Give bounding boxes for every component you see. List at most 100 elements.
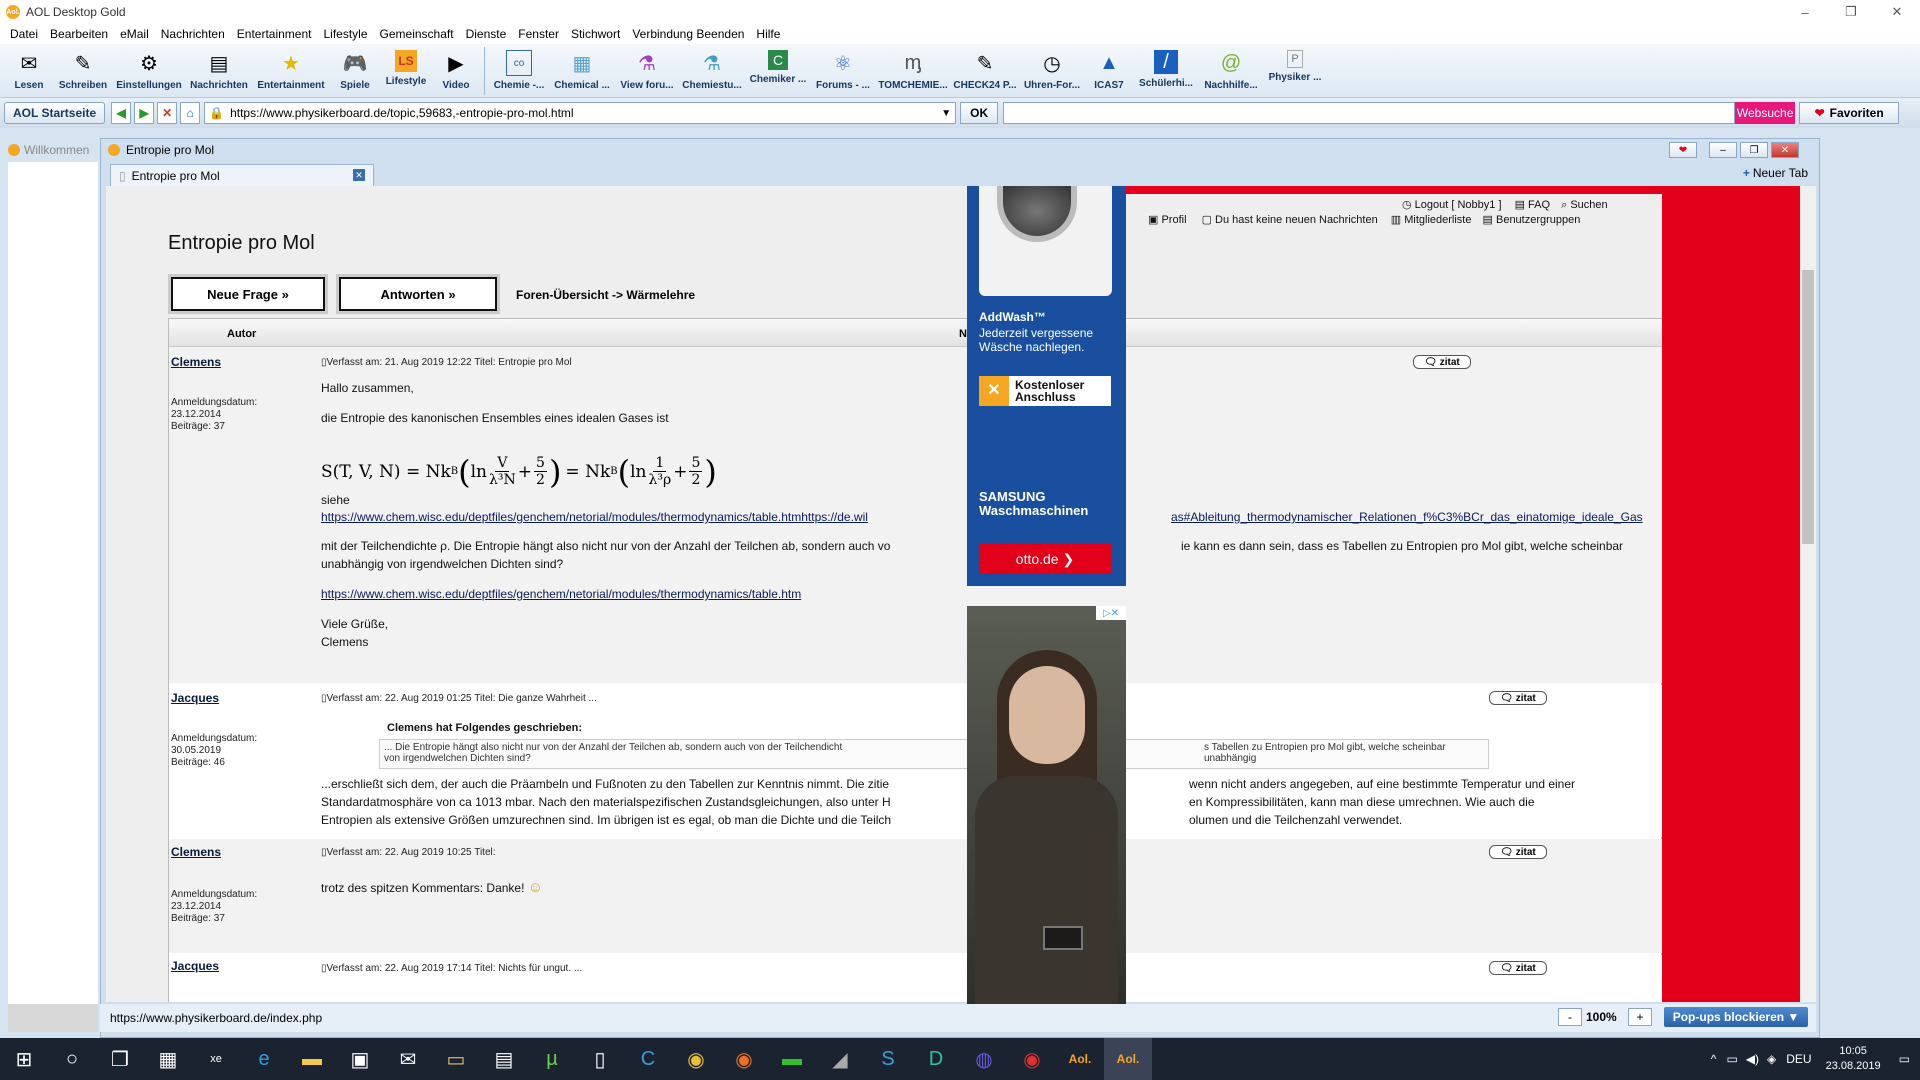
menu-bearbeiten[interactable]: Bearbeiten [44, 27, 114, 41]
window-close-button[interactable]: ✕ [1771, 142, 1799, 158]
toolbar-schreiben-button[interactable]: ✎ Schreiben [54, 44, 112, 98]
back-arrow-icon[interactable]: ◀ [111, 102, 132, 124]
url-input[interactable]: 🔒 https://www.physikerboard.de/topic,596… [204, 102, 957, 124]
ok-button[interactable]: OK [960, 102, 999, 124]
window-minimize-button[interactable]: – [1709, 142, 1737, 158]
favorite-heart-button[interactable]: ❤ [1669, 142, 1697, 158]
fav-view-forum-button[interactable]: ⚗ View foru... [615, 44, 679, 98]
toolbar-lesen-button[interactable]: ✉ Lesen [4, 44, 54, 98]
post-author[interactable]: Jacques [171, 691, 219, 705]
breadcrumb[interactable]: Foren-Übersicht -> Wärmelehre [516, 288, 695, 302]
logout-link[interactable]: ◷ Logout [ Nobby1 ] [1402, 199, 1502, 211]
post-author[interactable]: Jacques [171, 959, 219, 973]
tab-willkommen[interactable]: Willkommen [8, 140, 98, 160]
profil-link[interactable]: ▣ Profil [1148, 214, 1187, 226]
popup-blocker-button[interactable]: Pop-ups blockieren ▼ [1664, 1007, 1808, 1027]
fav-chemie-button[interactable]: co Chemie -... [489, 44, 549, 98]
fav-check24-button[interactable]: ✎ CHECK24 P... [951, 44, 1019, 98]
zitat-button[interactable]: 🗨 zitat [1489, 845, 1547, 859]
post-link[interactable]: as#Ableitung_thermodynamischer_Relatione… [1171, 508, 1643, 526]
calendar-app-icon[interactable]: ▦ [144, 1038, 192, 1080]
zoom-out-button[interactable]: - [1558, 1008, 1582, 1026]
stop-icon[interactable]: ✕ [157, 102, 178, 124]
search-input[interactable] [1003, 102, 1736, 124]
calculator-icon[interactable]: ▤ [480, 1038, 528, 1080]
post-author[interactable]: Clemens [171, 845, 221, 859]
neue-frage-button[interactable]: Neue Frage » [171, 277, 325, 311]
samsung-washer-ad[interactable]: AddWash™ Jederzeit vergessene Wäsche nac… [967, 186, 1126, 586]
window-restore-button[interactable]: ❐ [1740, 142, 1768, 158]
menu-lifestyle[interactable]: Lifestyle [318, 27, 374, 41]
otto-cta-button[interactable]: otto.de ❯ [979, 544, 1111, 574]
faq-link[interactable]: ▤ FAQ [1515, 199, 1550, 211]
menu-datei[interactable]: Datei [4, 27, 44, 41]
zitat-button[interactable]: 🗨 zitat [1489, 961, 1547, 975]
mail-app-icon[interactable]: ✉ [384, 1038, 432, 1080]
post-link[interactable]: https://www.chem.wisc.edu/deptfiles/genc… [321, 585, 801, 603]
suchen-link[interactable]: ⌕ Suchen [1561, 199, 1608, 211]
menu-verbindung-beenden[interactable]: Verbindung Beenden [626, 27, 750, 41]
folder-app-icon[interactable]: ▭ [432, 1038, 480, 1080]
line-app-icon[interactable]: ▬ [768, 1038, 816, 1080]
favoriten-button[interactable]: ❤ Favoriten [1799, 102, 1900, 124]
chrome-icon[interactable]: ◉ [672, 1038, 720, 1080]
toolbar-video-button[interactable]: ▶ Video [432, 44, 480, 98]
volume-icon[interactable]: ◀) [1746, 1052, 1759, 1066]
benutzergruppen-link[interactable]: ▤ Benutzergruppen [1483, 214, 1581, 226]
fav-schuelerhilfe-button[interactable]: / Schülerhi... [1133, 44, 1199, 98]
firefox-icon[interactable]: ◉ [720, 1038, 768, 1080]
menu-nachrichten[interactable]: Nachrichten [155, 27, 231, 41]
tray-chevron-up-icon[interactable]: ^ [1711, 1052, 1717, 1066]
toolbar-einstellungen-button[interactable]: ⚙ Einstellungen [112, 44, 186, 98]
menu-gemeinschaft[interactable]: Gemeinschaft [374, 27, 460, 41]
zitat-button[interactable]: 🗨 zitat [1489, 691, 1547, 705]
menu-email[interactable]: eMail [114, 27, 155, 41]
xe-app-icon[interactable]: xe [192, 1038, 240, 1080]
zitat-button[interactable]: 🗨 zitat [1413, 355, 1471, 369]
fav-forums-button[interactable]: ⚛ Forums - ... [811, 44, 875, 98]
app-shark-icon[interactable]: ◢ [816, 1038, 864, 1080]
task-view-icon[interactable]: ❐ [96, 1038, 144, 1080]
app-orb-icon[interactable]: ◍ [960, 1038, 1008, 1080]
app-red-icon[interactable]: ◉ [1008, 1038, 1056, 1080]
post-link[interactable]: https://www.chem.wisc.edu/deptfiles/genc… [321, 508, 868, 526]
home-icon[interactable]: ⌂ [180, 102, 201, 124]
toolbar-nachrichten-button[interactable]: ▤ Nachrichten [186, 44, 252, 98]
menu-stichwort[interactable]: Stichwort [565, 27, 626, 41]
clock[interactable]: 10:05 23.08.2019 [1826, 1044, 1881, 1074]
windows-start-icon[interactable]: ⊞ [0, 1038, 48, 1080]
fav-nachhilfe-button[interactable]: @ Nachhilfe... [1199, 44, 1263, 98]
tab-close-icon[interactable]: ✕ [353, 169, 365, 181]
notifications-icon[interactable]: ▭ [1899, 1052, 1910, 1066]
post-author[interactable]: Clemens [171, 355, 221, 369]
menu-hilfe[interactable]: Hilfe [750, 27, 786, 41]
toolbar-spiele-button[interactable]: 🎮 Spiele [330, 44, 380, 98]
toolbar-lifestyle-button[interactable]: LS Lifestyle [380, 44, 432, 98]
menu-dienste[interactable]: Dienste [460, 27, 513, 41]
edge-browser-icon[interactable]: e [240, 1038, 288, 1080]
messages-link[interactable]: ▢ Du hast keine neuen Nachrichten [1202, 214, 1378, 226]
scrollbar-thumb[interactable] [1802, 270, 1814, 544]
new-tab-button[interactable]: + Neuer Tab [1743, 166, 1808, 180]
search-icon[interactable]: ○ [48, 1038, 96, 1080]
toolbar-entertainment-button[interactable]: ★ Entertainment [252, 44, 330, 98]
forward-arrow-icon[interactable]: ▶ [134, 102, 155, 124]
minimize-button[interactable]: – [1782, 0, 1828, 24]
network-icon[interactable]: ▭ [1726, 1052, 1737, 1066]
antworten-button[interactable]: Antworten » [339, 277, 497, 311]
maximize-button[interactable]: ❐ [1828, 0, 1874, 24]
fav-chemiker-button[interactable]: C Chemiker ... [745, 44, 811, 98]
fav-physiker-button[interactable]: P Physiker ... [1263, 44, 1327, 98]
menu-entertainment[interactable]: Entertainment [231, 27, 318, 41]
fav-uhren-forum-button[interactable]: ◷ Uhren-For... [1019, 44, 1085, 98]
app-d-icon[interactable]: D [912, 1038, 960, 1080]
chevron-down-icon[interactable]: ▼ [941, 108, 951, 119]
aol-startseite-button[interactable]: AOL Startseite [4, 102, 106, 124]
menu-fenster[interactable]: Fenster [512, 27, 565, 41]
fav-tomchemie-button[interactable]: ᶆ TOMCHEMIE... [875, 44, 951, 98]
fav-chemiestudium-button[interactable]: ⚗ Chemiestu... [679, 44, 745, 98]
websuche-button[interactable]: Websuche [1735, 102, 1796, 124]
portrait-ad[interactable]: ▷✕ [967, 606, 1126, 1006]
fav-icas7-button[interactable]: ▲ ICAS7 [1085, 44, 1133, 98]
ccleaner-icon[interactable]: C [624, 1038, 672, 1080]
